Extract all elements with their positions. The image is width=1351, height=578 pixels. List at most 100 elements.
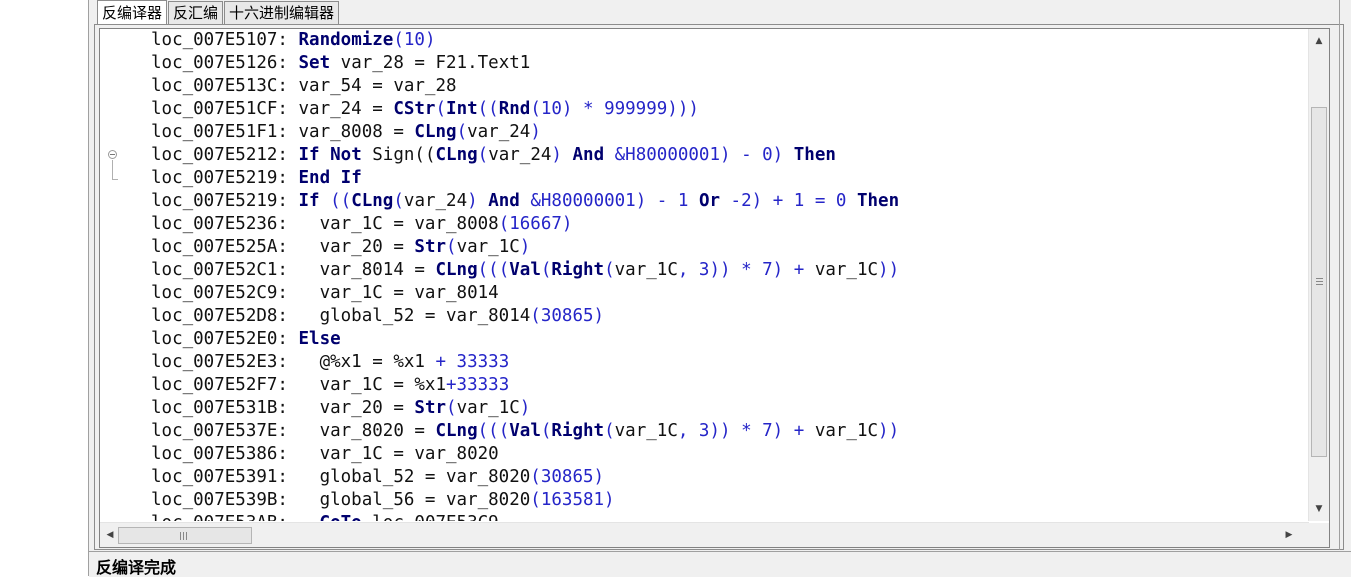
code-token: ) <box>519 237 531 257</box>
fold-collapse-icon[interactable] <box>108 150 117 159</box>
code-token: (10) <box>393 30 436 50</box>
code-line[interactable]: loc_007E5236: var_1C = var_8008(16667) <box>151 213 1301 236</box>
code-line[interactable]: loc_007E5386: var_1C = var_8020 <box>151 443 1301 466</box>
code-token: -2) + 1 = 0 <box>720 191 857 211</box>
code-keyword: GoTo <box>320 513 362 521</box>
code-line[interactable]: loc_007E5391: global_52 = var_8020(30865… <box>151 466 1301 489</box>
code-token: loc_007E513C: var_54 = var_28 <box>151 76 457 96</box>
grip-line <box>1316 284 1323 285</box>
code-token: ) <box>530 122 541 142</box>
code-line[interactable]: loc_007E513C: var_54 = var_28 <box>151 75 1301 98</box>
code-token: +33333 <box>446 375 510 395</box>
code-token: )) <box>878 260 900 280</box>
code-line[interactable]: loc_007E5126: Set var_28 = F21.Text1 <box>151 52 1301 75</box>
code-token: (10) * 999999))) <box>530 99 699 119</box>
code-token: (16667) <box>498 214 573 234</box>
code-keyword: Then <box>856 191 900 211</box>
code-line[interactable]: loc_007E539B: global_56 = var_8020(16358… <box>151 489 1301 512</box>
code-token: loc_007E52D8: global_52 = var_8014 <box>151 306 531 326</box>
scroll-up-icon[interactable]: ▲ <box>1309 31 1329 51</box>
status-bar: 反编译完成 <box>89 551 1351 577</box>
code-token: var_24 <box>488 145 552 165</box>
code-editor[interactable]: loc_007E5107: Randomize(10) loc_007E5126:… <box>99 28 1330 548</box>
code-token: , 3)) * 7) + <box>677 260 815 280</box>
code-line[interactable]: loc_007E52E0: Else <box>151 328 1301 351</box>
code-keyword: Str <box>414 237 447 257</box>
code-token: var_1C <box>814 260 879 280</box>
code-keyword: Randomize <box>298 30 394 50</box>
code-token: loc_007E5386: var_1C = var_8020 <box>151 444 499 464</box>
code-token: ( <box>604 260 615 280</box>
code-line[interactable]: loc_007E52C1: var_8014 = CLng(((Val(Righ… <box>151 259 1301 282</box>
code-token: &H80000001) - 1 <box>519 191 699 211</box>
grip-line <box>186 532 187 540</box>
vertical-scrollbar[interactable]: ▲ ▼ <box>1308 29 1329 521</box>
code-line[interactable]: loc_007E531B: var_20 = Str(var_1C) <box>151 397 1301 420</box>
code-line[interactable]: loc_007E51F1: var_8008 = CLng(var_24) <box>151 121 1301 144</box>
code-line[interactable]: loc_007E52D8: global_52 = var_8014(30865… <box>151 305 1301 328</box>
code-line[interactable]: loc_007E525A: var_20 = Str(var_1C) <box>151 236 1301 259</box>
code-line[interactable]: loc_007E537E: var_8020 = CLng(((Val(Righ… <box>151 420 1301 443</box>
code-keyword: Then <box>793 145 836 165</box>
code-line[interactable]: loc_007E5219: If ((CLng(var_24) And &H80… <box>151 190 1301 213</box>
tab-bar: 反编译器 反汇编 十六进制编辑器 <box>97 0 340 25</box>
code-keyword: If <box>298 191 320 211</box>
scroll-down-icon[interactable]: ▼ <box>1309 499 1329 519</box>
vertical-scroll-thumb[interactable] <box>1311 107 1327 457</box>
code-token: (163581) <box>530 490 615 510</box>
code-token: var_24 <box>467 122 531 142</box>
code-token: (( <box>319 191 352 211</box>
scroll-left-icon[interactable]: ◀ <box>100 523 120 547</box>
code-keyword: CLng <box>435 145 478 165</box>
code-keyword: CLng <box>351 191 394 211</box>
code-keyword: CLng <box>414 122 457 142</box>
code-keyword: And <box>488 191 520 211</box>
code-token: ) <box>519 398 531 418</box>
code-keyword: CLng <box>435 260 478 280</box>
code-token: loc_007E52F7: var_1C = %x1 <box>151 375 447 395</box>
code-token: ( <box>540 260 552 280</box>
code-token: ( <box>446 237 457 257</box>
code-keyword: Rnd <box>498 99 531 119</box>
code-line[interactable]: loc_007E51CF: var_24 = CStr(Int((Rnd(10)… <box>151 98 1301 121</box>
code-line[interactable]: loc_007E5212: If Not Sign((CLng(var_24) … <box>151 144 1301 167</box>
horizontal-scrollbar[interactable]: ◀ ▶ <box>100 522 1309 547</box>
code-token: ( <box>604 421 615 441</box>
code-token: loc_007E539B: global_56 = var_8020 <box>151 490 531 510</box>
code-token: loc_007E5212: <box>151 145 299 165</box>
grip-line <box>180 532 181 540</box>
horizontal-scroll-thumb[interactable] <box>118 527 252 544</box>
code-token: ( <box>393 191 404 211</box>
code-token: Sign(( <box>361 145 436 165</box>
code-token: + 33333 <box>435 352 510 372</box>
tab-decompiler[interactable]: 反编译器 <box>97 0 168 25</box>
code-token: loc_007E5391: global_52 = var_8020 <box>151 467 531 487</box>
code-line[interactable]: loc_007E5219: End If <box>151 167 1301 190</box>
code-token: )) <box>878 421 900 441</box>
code-token: ((( <box>477 421 510 441</box>
code-line[interactable]: loc_007E52C9: var_1C = var_8014 <box>151 282 1301 305</box>
code-view[interactable]: loc_007E5107: Randomize(10) loc_007E5126:… <box>151 29 1301 521</box>
code-token: loc_007E525A: var_20 = <box>151 237 415 257</box>
code-token: var_24 <box>403 191 468 211</box>
window-edge <box>1339 0 1340 550</box>
scrollbar-corner <box>1309 523 1329 547</box>
code-keyword: Str <box>414 398 447 418</box>
code-keyword: And <box>572 145 605 165</box>
grip-line <box>1316 281 1323 282</box>
tab-hex-editor[interactable]: 十六进制编辑器 <box>224 1 340 24</box>
code-line[interactable]: loc_007E52F7: var_1C = %x1+33333 <box>151 374 1301 397</box>
code-keyword: If Not <box>298 145 362 165</box>
code-token: loc_007E5236: var_1C = var_8008 <box>151 214 499 234</box>
code-token: ( <box>477 145 489 165</box>
code-token: ( <box>435 99 447 119</box>
code-token: (30865) <box>530 306 605 326</box>
scroll-right-icon[interactable]: ▶ <box>1279 523 1299 547</box>
code-line[interactable]: loc_007E53AB: GoTo loc_007E53C9 <box>151 512 1301 521</box>
code-keyword: Int <box>446 99 478 119</box>
code-line[interactable]: loc_007E52E3: @%x1 = %x1 + 33333 <box>151 351 1301 374</box>
tab-disassembler[interactable]: 反汇编 <box>168 1 224 24</box>
fold-gutter <box>100 29 124 521</box>
code-token: loc_007E52E3: @%x1 = %x1 <box>151 352 436 372</box>
code-line[interactable]: loc_007E5107: Randomize(10) <box>151 29 1301 52</box>
